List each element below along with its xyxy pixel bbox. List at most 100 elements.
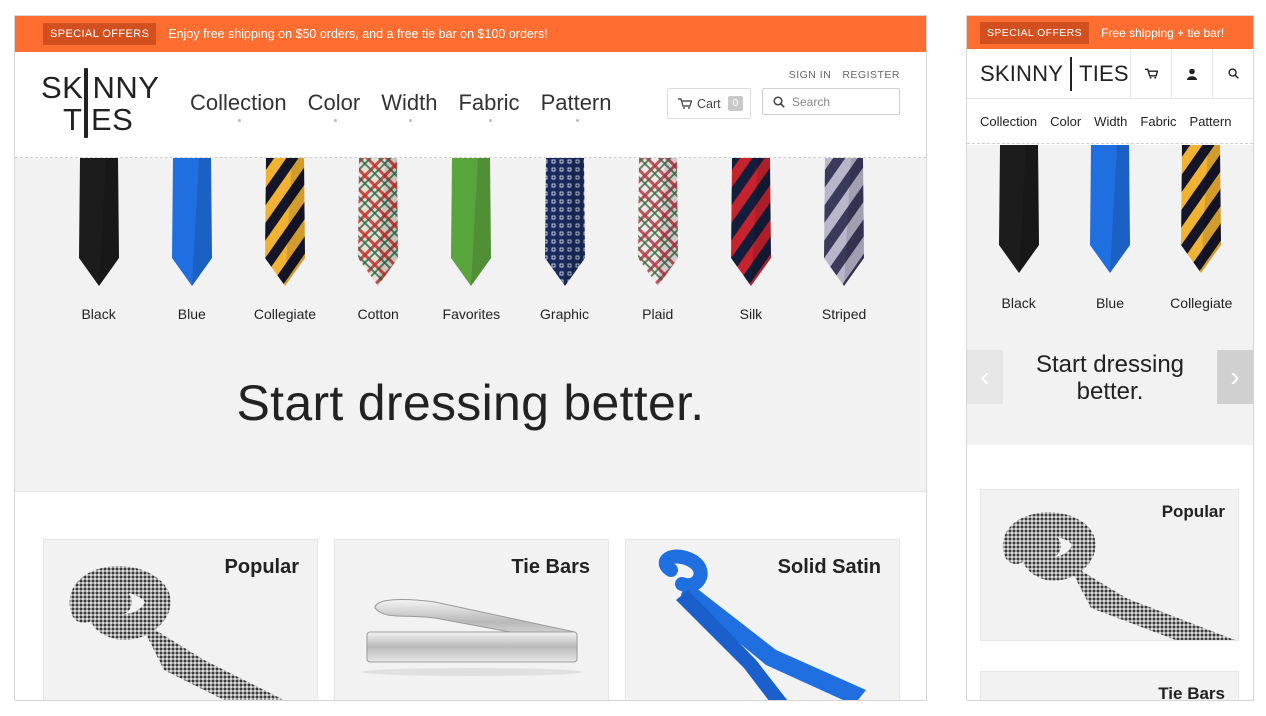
tie-category-graphic[interactable]: Graphic [518, 158, 611, 322]
mobile-logo-right: TIES [1079, 60, 1129, 86]
site-header: SK NNY T ES Collection Color Width Fabri… [15, 52, 926, 158]
chevron-right-icon: › [1230, 361, 1240, 392]
carousel-next-button[interactable]: › [1217, 350, 1253, 404]
mobile-nav-collection[interactable]: Collection [980, 114, 1037, 129]
offers-bar: SPECIAL OFFERS Enjoy free shipping on $5… [15, 16, 926, 52]
collegiate-tie-image [264, 158, 305, 286]
mobile-nav-width[interactable]: Width [1094, 114, 1127, 129]
mobile-card-popular[interactable]: Popular [980, 489, 1239, 641]
nav-fabric[interactable]: Fabric [458, 90, 520, 122]
logo-tie-bar [84, 68, 88, 138]
mobile-hero-title-line-2: better. [1076, 378, 1144, 405]
card-tie-bars[interactable]: Tie Bars [334, 539, 609, 700]
mobile-offers-bar: SPECIAL OFFERS Free shipping + tie bar! [967, 16, 1253, 49]
mobile-collegiate-tie-image [1181, 145, 1222, 273]
card-popular[interactable]: Popular [43, 539, 318, 700]
tie-category-label: Silk [739, 306, 763, 322]
logo-line-1: SK NNY [41, 70, 160, 105]
nav-pattern[interactable]: Pattern [541, 90, 612, 122]
tie-category-label: Cotton [357, 306, 399, 322]
brand-logo[interactable]: SK NNY T ES [41, 68, 161, 140]
nav-width[interactable]: Width [381, 90, 437, 122]
mobile-logo-separator [1070, 56, 1073, 91]
account-links: SIGN IN REGISTER [789, 69, 900, 81]
hero-section: Black Blue Collegiate Cotton Favorites Graphi… [15, 158, 926, 492]
special-offers-badge[interactable]: SPECIAL OFFERS [43, 23, 157, 45]
tie-category-favorites[interactable]: Favorites [425, 158, 518, 322]
tie-category-label: Blue [177, 306, 206, 322]
mobile-special-offers-badge[interactable]: SPECIAL OFFERS [980, 21, 1090, 44]
favorites-tie-image [451, 158, 492, 286]
search-icon [773, 95, 785, 108]
tie-category-black[interactable]: Black [52, 158, 145, 322]
card-popular-title: Popular [224, 556, 299, 578]
silk-tie-image [730, 158, 771, 286]
cart-count-badge: 0 [727, 96, 744, 111]
mobile-view: SPECIAL OFFERS Free shipping + tie bar! … [966, 15, 1254, 701]
mobile-card-tie-bars-title: Tie Bars [1158, 684, 1225, 701]
tie-category-blue[interactable]: Blue [145, 158, 238, 322]
cart-label: Cart [697, 96, 721, 111]
mobile-tie-category-label: Black [1001, 295, 1036, 311]
mobile-tie-row: Black Blue Collegiate [967, 145, 1253, 311]
striped-tie-image [824, 158, 865, 286]
plaid-tie-image [637, 158, 678, 286]
search-placeholder: Search [792, 94, 831, 109]
nav-collection[interactable]: Collection [190, 90, 287, 122]
black-tie-image [78, 158, 119, 286]
desktop-view: SPECIAL OFFERS Enjoy free shipping on $5… [14, 15, 927, 701]
tie-category-label: Collegiate [253, 306, 317, 322]
main-nav: Collection Color Width Fabric Pattern [190, 90, 612, 122]
tie-category-plaid[interactable]: Plaid [611, 158, 704, 322]
cart-icon [678, 98, 692, 109]
tie-category-striped[interactable]: Striped [798, 158, 891, 322]
mobile-offers-text: Free shipping + tie bar! [1101, 25, 1225, 40]
tie-category-label: Black [81, 306, 116, 322]
user-icon[interactable] [1171, 49, 1212, 98]
graphic-tie-image [544, 158, 585, 286]
search-input[interactable]: Search [762, 88, 900, 115]
search-icon[interactable] [1212, 49, 1253, 98]
cotton-tie-image [358, 158, 399, 286]
mobile-tie-category-collegiate[interactable]: Collegiate [1156, 145, 1246, 311]
mobile-tie-category-label: Blue [1095, 295, 1124, 311]
mobile-card-tie-bars[interactable]: Tie Bars [980, 671, 1239, 701]
category-cards: Popular Tie Bars Solid Satin [43, 539, 900, 700]
mobile-nav-pattern[interactable]: Pattern [1190, 114, 1232, 129]
mobile-hero-title-line-1: Start dressing [1035, 351, 1185, 378]
mobile-black-tie-image [998, 145, 1039, 273]
mobile-blue-tie-image [1089, 145, 1130, 273]
tie-category-label: Striped [821, 306, 867, 322]
tie-category-collegiate[interactable]: Collegiate [238, 158, 331, 322]
tie-category-row: Black Blue Collegiate Cotton Favorites Graphi… [52, 158, 891, 322]
mobile-tie-category-black[interactable]: Black [974, 145, 1064, 311]
register-link[interactable]: REGISTER [842, 69, 900, 81]
card-solid-satin[interactable]: Solid Satin [625, 539, 900, 700]
mobile-tie-category-label: Collegiate [1170, 295, 1233, 311]
sign-in-link[interactable]: SIGN IN [789, 69, 832, 81]
offers-text: Enjoy free shipping on $50 orders, and a… [168, 27, 548, 41]
logo-line-2: T ES [63, 102, 134, 137]
tie-category-silk[interactable]: Silk [704, 158, 797, 322]
tie-category-label: Favorites [442, 306, 501, 322]
mobile-hero-section: Black Blue Collegiate ‹ Start dressing bet… [967, 145, 1253, 445]
mobile-card-popular-title: Popular [1161, 502, 1225, 521]
mobile-hero-title: Start dressing better. [967, 351, 1253, 405]
mobile-nav-fabric[interactable]: Fabric [1140, 114, 1176, 129]
tie-category-cotton[interactable]: Cotton [332, 158, 425, 322]
mobile-logo-left: SKINNY [980, 60, 1064, 86]
cart-button[interactable]: Cart 0 [667, 88, 751, 119]
mobile-nav: Collection Color Width Fabric Pattern [967, 100, 1253, 144]
mobile-nav-color[interactable]: Color [1050, 114, 1081, 129]
mobile-header: SKINNY TIES [967, 49, 1253, 99]
cart-icon[interactable] [1130, 49, 1171, 98]
tie-category-label: Plaid [642, 306, 674, 322]
tie-category-label: Graphic [540, 306, 590, 322]
mobile-header-icons [1130, 49, 1253, 98]
card-tie-bars-title: Tie Bars [511, 556, 590, 578]
nav-color[interactable]: Color [308, 90, 360, 122]
mobile-tie-category-blue[interactable]: Blue [1065, 145, 1155, 311]
hero-title: Start dressing better. [236, 375, 705, 431]
mobile-brand-logo[interactable]: SKINNY TIES [980, 56, 1129, 91]
card-solid-satin-title: Solid Satin [777, 556, 881, 578]
